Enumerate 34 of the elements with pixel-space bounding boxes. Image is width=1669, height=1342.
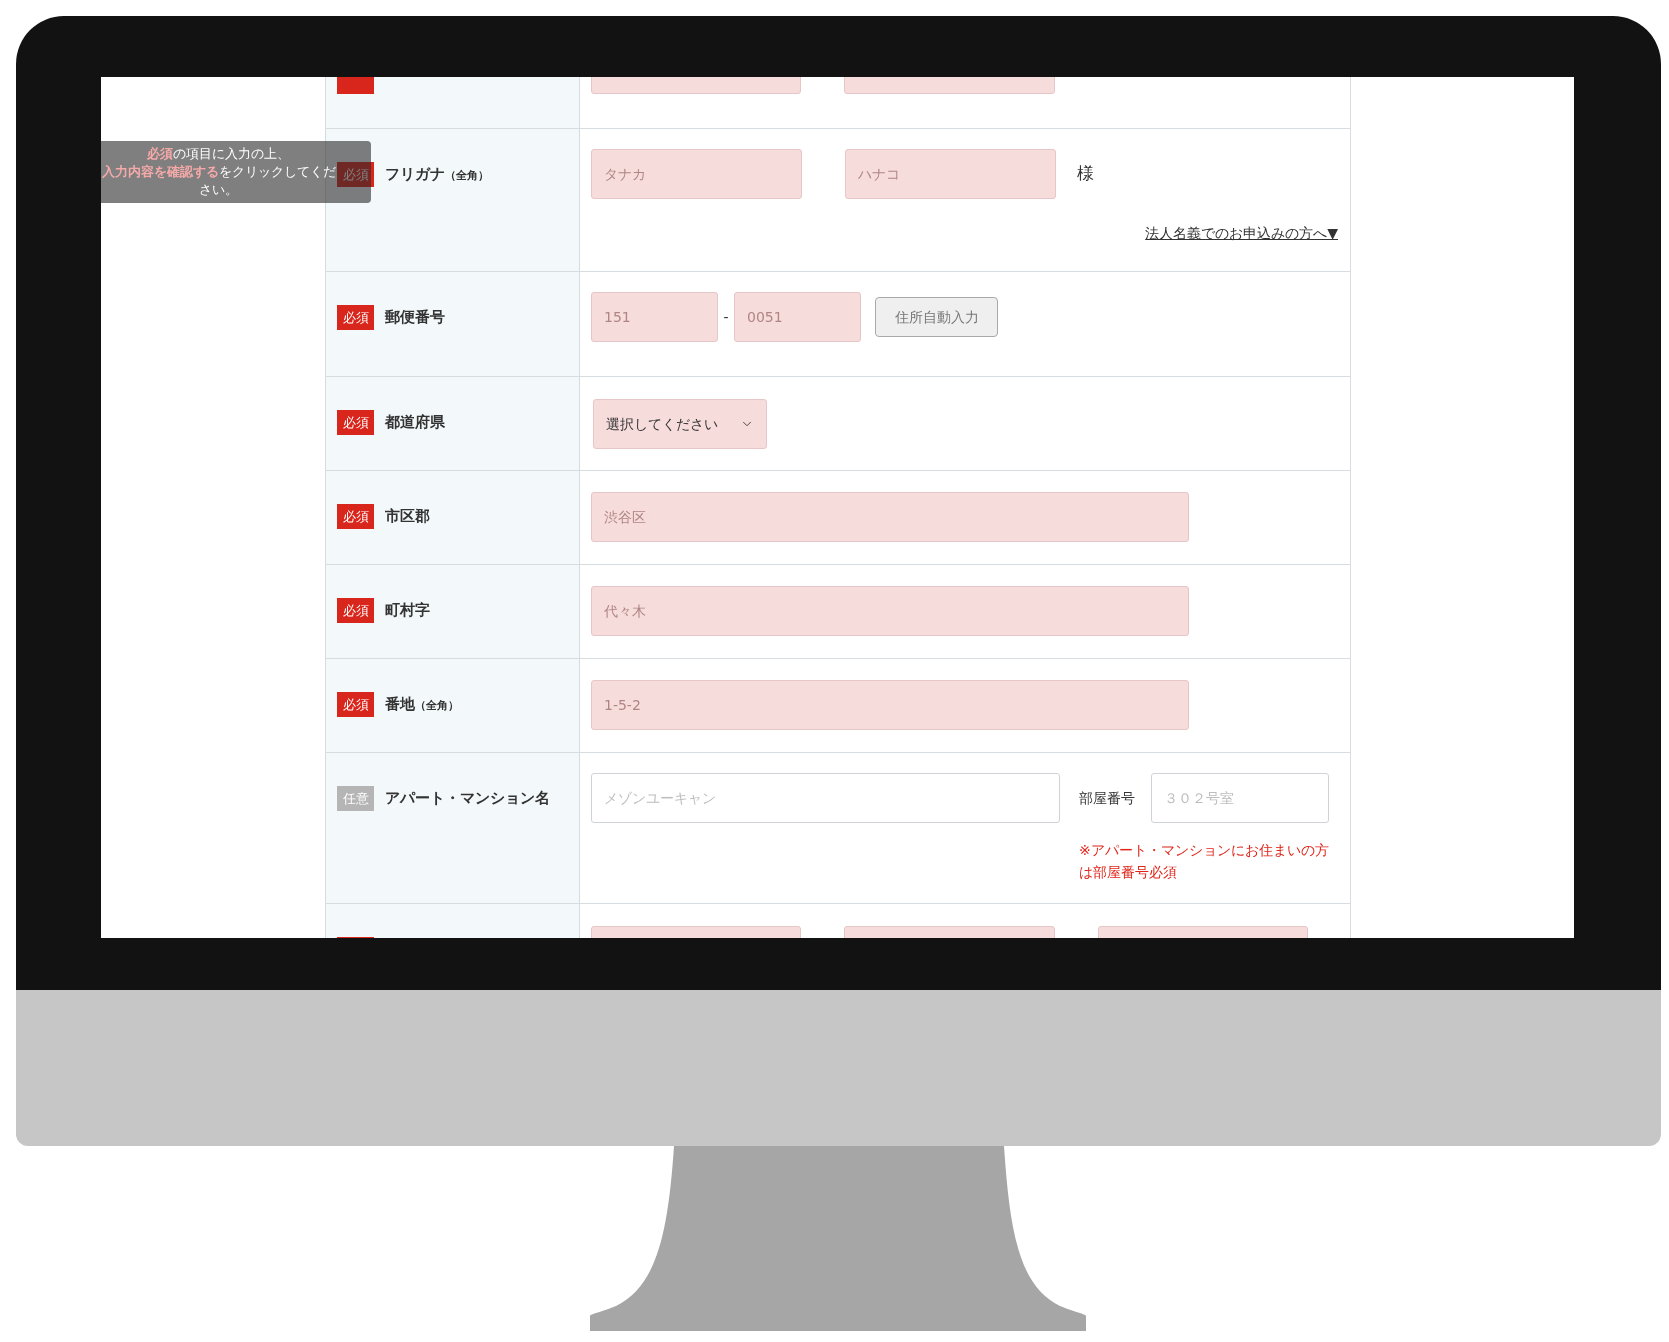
text-field[interactable]: 渋谷区 (591, 492, 1189, 542)
honorific-suffix: 様 (1077, 162, 1094, 186)
text-field[interactable]: ハナコ (845, 149, 1056, 199)
field-label: 都道府県 (385, 412, 445, 433)
prefecture-select[interactable]: 選択してください (593, 399, 767, 449)
text-field[interactable]: 代々木 (591, 586, 1189, 636)
separator-text: - (722, 307, 730, 327)
corporate-application-link[interactable]: 法人名義でのお申込みの方へ▼ (1145, 223, 1338, 244)
tooltip-text: 必須の項目に入力の上、 (147, 145, 290, 163)
room-number-warning: ※アパート・マンションにお住まいの方は部屋番号必須 (1079, 841, 1330, 882)
requirement-badge: 必須 (337, 504, 374, 529)
requirement-badge: 必須 (337, 162, 374, 187)
field-label: 番地 (385, 694, 415, 715)
field-label: アパート・マンション名 (385, 788, 550, 809)
text-field[interactable]: 151 (591, 292, 718, 342)
field-label: 市区郡 (385, 506, 430, 527)
address-autofill-button[interactable]: 住所自動入力 (875, 297, 998, 337)
room-number-label: 部屋番号 (1079, 788, 1135, 808)
requirement-badge: 任意 (337, 786, 374, 811)
field-note: （全角） (415, 698, 459, 714)
text-field[interactable]: 0051 (734, 292, 861, 342)
field-label: フリガナ (385, 164, 445, 185)
text-field[interactable]: ３０２号室 (1151, 773, 1329, 823)
field-label: 町村字 (385, 600, 430, 621)
requirement-badge: 必須 (337, 598, 374, 623)
text-field[interactable]: メゾンユーキャン (591, 773, 1060, 823)
requirement-badge: 必須 (337, 692, 374, 717)
text-field[interactable]: タナカ (591, 149, 802, 199)
field-label: 郵便番号 (385, 307, 445, 328)
field-note: （全角） (445, 168, 489, 184)
requirement-badge: 必須 (337, 410, 374, 435)
tooltip-text: 入力内容を確認するをクリックしてください。 (101, 163, 336, 199)
text-field[interactable]: 1-5-2 (591, 680, 1189, 730)
requirement-badge: 必須 (337, 305, 374, 330)
